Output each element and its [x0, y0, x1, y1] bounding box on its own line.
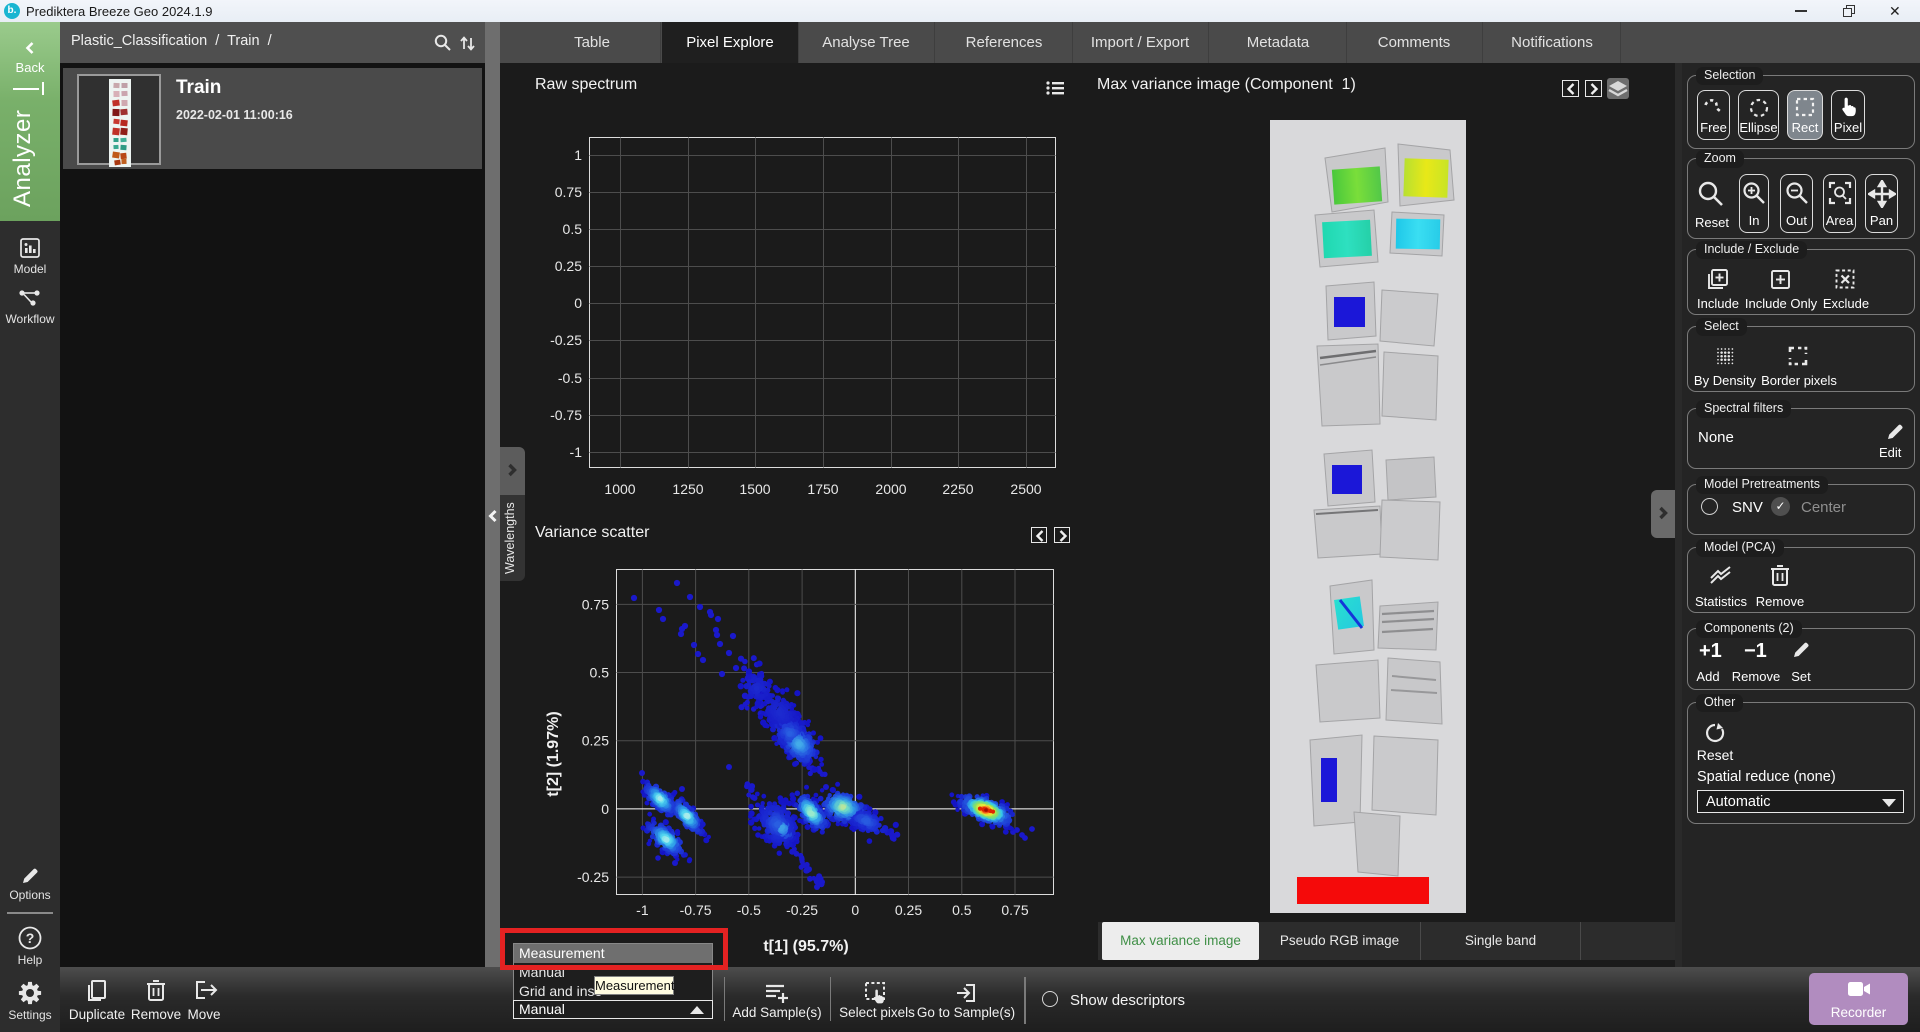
svg-text:-0.75: -0.75 — [550, 407, 582, 423]
svg-text:0.75: 0.75 — [1001, 902, 1028, 918]
svg-text:1: 1 — [574, 147, 582, 163]
svg-text:2500: 2500 — [1010, 481, 1041, 497]
svg-text:0.75: 0.75 — [555, 184, 582, 200]
svg-text:2000: 2000 — [875, 481, 906, 497]
svg-text:-0.5: -0.5 — [558, 370, 582, 386]
svg-text:0.5: 0.5 — [952, 902, 972, 918]
svg-text:1000: 1000 — [604, 481, 635, 497]
svg-text:t[2] (1.97%): t[2] (1.97%) — [545, 711, 562, 796]
svg-text:1750: 1750 — [807, 481, 838, 497]
svg-text:0: 0 — [851, 902, 859, 918]
svg-text:2250: 2250 — [942, 481, 973, 497]
svg-text:0.25: 0.25 — [555, 258, 582, 274]
svg-text:1500: 1500 — [739, 481, 770, 497]
svg-text:-0.25: -0.25 — [550, 332, 582, 348]
svg-text:-0.25: -0.25 — [786, 902, 818, 918]
svg-text:0.25: 0.25 — [582, 733, 609, 749]
svg-text:0.75: 0.75 — [582, 596, 609, 612]
svg-text:0.5: 0.5 — [563, 221, 583, 237]
svg-text:-1: -1 — [636, 902, 649, 918]
svg-text:-1: -1 — [570, 444, 583, 460]
svg-text:1250: 1250 — [672, 481, 703, 497]
svg-text:-0.25: -0.25 — [577, 869, 609, 885]
svg-text:0.5: 0.5 — [590, 665, 610, 681]
svg-text:0: 0 — [574, 295, 582, 311]
svg-text:-0.75: -0.75 — [680, 902, 712, 918]
svg-text:-0.5: -0.5 — [737, 902, 761, 918]
svg-text:0.25: 0.25 — [895, 902, 922, 918]
svg-text:t[1] (95.7%): t[1] (95.7%) — [763, 938, 848, 955]
svg-text:0: 0 — [601, 801, 609, 817]
svg-text:?: ? — [26, 930, 35, 946]
